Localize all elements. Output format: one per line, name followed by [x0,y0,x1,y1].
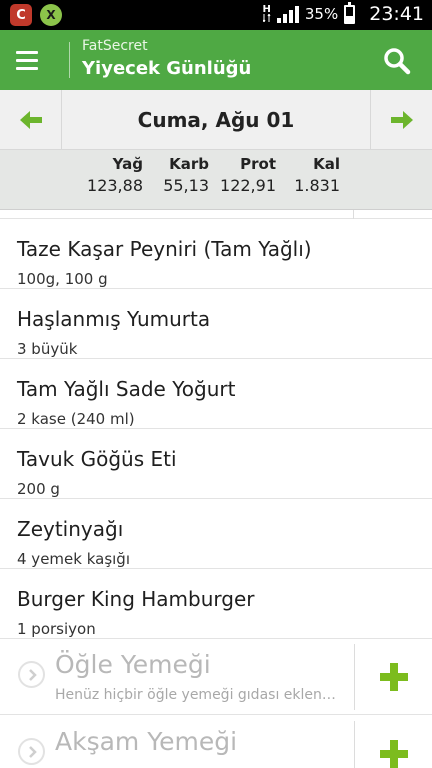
food-list: Taze Kaşar Peyniri (Tam Yağlı) 100g, 100… [0,210,432,639]
chevron-right-icon[interactable] [18,661,45,688]
app-notification-icon-2: X [40,4,62,26]
page-title: Yiyecek Günlüğü [82,58,252,79]
food-portion: 4 yemek kaşığı [17,550,130,568]
app-name: FatSecret [82,38,148,54]
meal-title: Akşam Yemeği [55,727,238,756]
signal-icon [276,5,299,23]
list-edge [0,210,432,219]
meal-title: Öğle Yemeği [55,650,211,679]
network-type-icon: H [262,4,271,24]
meal-section-dinner[interactable]: Akşam Yemeği [0,716,432,768]
summary-value: 55,13 [163,176,209,195]
battery-icon [344,1,356,24]
add-lunch-button[interactable] [355,639,432,715]
arrow-right-icon [390,111,413,129]
chevron-right-icon[interactable] [18,738,45,765]
app-notification-icon: C [10,4,32,26]
food-portion: 3 büyük [17,340,78,358]
current-date[interactable]: Cuma, Ağu 01 [62,90,370,150]
food-portion: 200 g [17,480,60,498]
food-name: Haşlanmış Yumurta [17,307,211,331]
summary-label: Yağ [112,155,143,173]
food-name: Taze Kaşar Peyniri (Tam Yağlı) [17,237,312,261]
summary-label: Kal [313,155,340,173]
food-name: Tam Yağlı Sade Yoğurt [17,377,236,401]
food-portion: 2 kase (240 ml) [17,410,135,428]
screen: C X H 35% 23:41 FatSecret Yiyecek Günlüğ… [0,0,432,768]
battery-percent: 35% [304,5,339,23]
date-navigator: Cuma, Ağu 01 [0,90,432,150]
menu-icon[interactable] [16,45,44,75]
food-name: Zeytinyağı [17,517,124,541]
meal-section-lunch[interactable]: Öğle Yemeği Henüz hiçbir öğle yemeği gıd… [0,639,432,715]
food-item[interactable]: Zeytinyağı 4 yemek kaşığı [0,499,432,569]
food-item[interactable]: Tam Yağlı Sade Yoğurt 2 kase (240 ml) [0,359,432,429]
status-bar: C X H 35% 23:41 [0,0,432,30]
summary-carbs: Karb 55,13 [139,155,209,195]
arrow-left-icon [19,111,42,129]
summary-value: 123,88 [87,176,143,195]
app-bar-divider [69,42,70,78]
food-portion: 100g, 100 g [17,270,108,288]
previous-day-button[interactable] [0,90,62,150]
clock: 23:41 [369,3,424,25]
summary-calories: Kal 1.831 [270,155,340,195]
food-item[interactable]: Taze Kaşar Peyniri (Tam Yağlı) 100g, 100… [0,219,432,289]
food-item[interactable]: Haşlanmış Yumurta 3 büyük [0,289,432,359]
search-icon[interactable] [382,46,412,76]
app-bar: FatSecret Yiyecek Günlüğü [0,30,432,90]
plus-icon [379,740,408,768]
summary-protein: Prot 122,91 [206,155,276,195]
summary-fat: Yağ 123,88 [73,155,143,195]
food-portion: 1 porsiyon [17,620,96,638]
add-dinner-button[interactable] [355,716,432,768]
system-icons: H 35% 23:41 [262,1,424,25]
notification-icons: C X [10,4,62,26]
food-item[interactable]: Tavuk Göğüs Eti 200 g [0,429,432,499]
nutrition-summary: Yağ 123,88 Karb 55,13 Prot 122,91 Kal 1.… [0,150,432,210]
summary-label: Prot [240,155,276,173]
food-name: Tavuk Göğüs Eti [17,447,177,471]
food-item[interactable]: Burger King Hamburger 1 porsiyon [0,569,432,639]
food-name: Burger King Hamburger [17,587,255,611]
summary-label: Karb [169,155,209,173]
meal-empty-message: Henüz hiçbir öğle yemeği gıdası eklenmem… [55,687,345,703]
summary-value: 1.831 [294,176,340,195]
summary-value: 122,91 [220,176,276,195]
next-day-button[interactable] [370,90,432,150]
plus-icon [379,663,408,691]
